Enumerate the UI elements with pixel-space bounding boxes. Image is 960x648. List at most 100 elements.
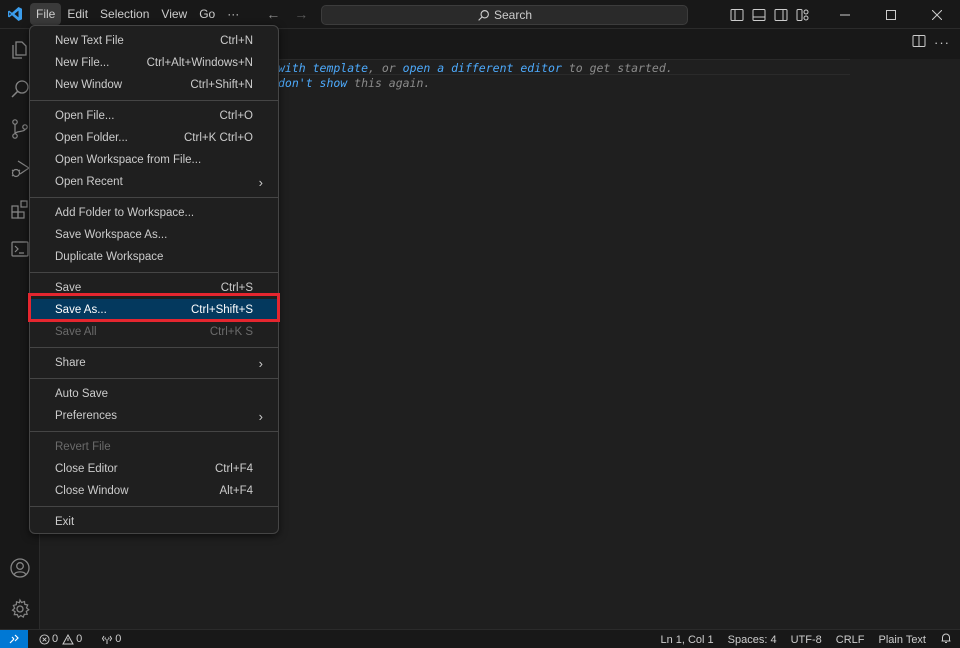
menu-separator — [30, 378, 278, 379]
problems-status[interactable]: 0 0 — [36, 633, 85, 645]
menu-item-label: Save — [55, 282, 82, 294]
split-editor-icon[interactable] — [912, 34, 926, 51]
menu-item-label: Auto Save — [55, 388, 109, 400]
menu-item-save-as[interactable]: Save As... Ctrl+Shift+S — [31, 299, 277, 321]
menu-item-open-file[interactable]: Open File... Ctrl+O — [30, 105, 278, 127]
menu-item-shortcut: Ctrl+N — [220, 35, 253, 47]
menu-item-share[interactable]: Share › — [30, 352, 278, 374]
menu-separator — [30, 506, 278, 507]
chevron-right-icon: › — [258, 174, 263, 190]
menu-item-shortcut: Alt+F4 — [219, 485, 253, 497]
hint-text: this again. — [347, 76, 431, 90]
menu-item-exit[interactable]: Exit — [30, 511, 278, 533]
ports-status[interactable]: 0 — [98, 633, 124, 645]
menu-item-label: Duplicate Workspace — [55, 251, 164, 263]
cursor-position[interactable]: Ln 1, Col 1 — [660, 634, 713, 646]
accounts-icon[interactable] — [0, 548, 40, 588]
menu-item-label: Open Workspace from File... — [55, 154, 202, 166]
menu-go[interactable]: Go — [193, 3, 221, 25]
command-center-search[interactable]: Search — [321, 5, 688, 25]
menu-item-label: Add Folder to Workspace... — [55, 207, 195, 219]
hint-link[interactable]: open a different editor — [403, 61, 562, 75]
menu-item-label: Close Window — [55, 485, 129, 497]
menu-item-close-editor[interactable]: Close Editor Ctrl+F4 — [30, 458, 278, 480]
hint-link[interactable]: don't show — [278, 76, 347, 90]
menu-item-shortcut: Ctrl+Shift+N — [190, 79, 253, 91]
manage-gear-icon[interactable] — [0, 589, 40, 629]
ports-count: 0 — [115, 633, 122, 645]
toggle-panel-icon[interactable] — [748, 4, 770, 26]
remote-icon — [9, 634, 19, 644]
menu-item-open-recent[interactable]: Open Recent › — [30, 171, 278, 193]
menu-view[interactable]: View — [155, 3, 193, 25]
minimize-icon — [840, 14, 850, 15]
minimize-button[interactable] — [822, 0, 868, 29]
go-back-icon[interactable]: ← — [263, 6, 283, 22]
menu-item-save-all: Save All Ctrl+K S — [30, 321, 278, 343]
menu-item-preferences[interactable]: Preferences › — [30, 405, 278, 427]
menu-item-label: New File... — [55, 57, 110, 69]
more-actions-icon[interactable]: ··· — [934, 35, 950, 50]
menu-item-shortcut: Ctrl+K S — [209, 326, 253, 338]
menu-item-shortcut: Ctrl+S — [220, 282, 253, 294]
menu-item-new-file[interactable]: New File... Ctrl+Alt+Windows+N — [30, 52, 278, 74]
menu-item-open-folder[interactable]: Open Folder... Ctrl+K Ctrl+O — [30, 127, 278, 149]
menu-item-label: New Text File — [55, 35, 124, 47]
menu-item-label: Open File... — [55, 110, 115, 122]
menu-item-close-window[interactable]: Close Window Alt+F4 — [30, 480, 278, 502]
menu-item-shortcut: Ctrl+K Ctrl+O — [183, 132, 253, 144]
menu-item-new-window[interactable]: New Window Ctrl+Shift+N — [30, 74, 278, 96]
toggle-secondary-sidebar-icon[interactable] — [770, 4, 792, 26]
error-icon — [39, 633, 50, 645]
file-menu: New Text File Ctrl+N New File... Ctrl+Alt+W… — [29, 25, 279, 534]
indentation[interactable]: Spaces: 4 — [728, 634, 777, 646]
menu-item-label: New Window — [55, 79, 123, 91]
go-forward-icon[interactable]: → — [291, 6, 311, 22]
notifications-bell-icon[interactable] — [940, 632, 952, 647]
menu-item-auto-save[interactable]: Auto Save — [30, 383, 278, 405]
menu-separator — [30, 100, 278, 101]
encoding[interactable]: UTF-8 — [791, 634, 822, 646]
menu-item-save[interactable]: Save Ctrl+S — [30, 277, 278, 299]
menu-item-open-workspace-from-file[interactable]: Open Workspace from File... — [30, 149, 278, 171]
menu-item-label: Save Workspace As... — [55, 229, 168, 241]
menu-item-save-workspace-as[interactable]: Save Workspace As... — [30, 224, 278, 246]
menu-item-label: Open Recent — [55, 176, 123, 188]
menu-item-label: Share — [55, 357, 86, 369]
menu-separator — [30, 431, 278, 432]
maximize-button[interactable] — [868, 0, 914, 29]
end-of-line[interactable]: CRLF — [836, 634, 865, 646]
menu-item-shortcut: Ctrl+Shift+S — [191, 304, 253, 316]
toggle-primary-sidebar-icon[interactable] — [726, 4, 748, 26]
error-count: 0 — [52, 633, 59, 645]
menu-item-label: Preferences — [55, 410, 118, 422]
menu-item-label: Revert File — [55, 441, 111, 453]
menu-item-duplicate-workspace[interactable]: Duplicate Workspace — [30, 246, 278, 268]
search-icon — [478, 9, 489, 21]
menu-more[interactable]: ··· — [221, 3, 245, 25]
menu-file[interactable]: File — [30, 3, 62, 25]
menu-item-revert-file: Revert File — [30, 436, 278, 458]
maximize-icon — [886, 9, 896, 20]
menu-item-label: Save All — [55, 326, 97, 338]
broadcast-icon — [102, 635, 113, 644]
customize-layout-icon[interactable] — [792, 4, 814, 26]
menu-edit[interactable]: Edit — [61, 3, 94, 25]
hint-text: , or — [368, 61, 403, 75]
language-mode[interactable]: Plain Text — [879, 634, 927, 646]
hint-link[interactable]: with template — [278, 61, 368, 75]
vscode-logo-icon — [0, 0, 30, 29]
menu-item-shortcut: Ctrl+O — [219, 110, 253, 122]
menu-item-shortcut: Ctrl+F4 — [214, 463, 253, 475]
menu-item-label: Close Editor — [55, 463, 118, 475]
menu-item-new-text-file[interactable]: New Text File Ctrl+N — [30, 30, 278, 52]
close-button[interactable] — [914, 0, 960, 29]
menu-item-add-folder-to-workspace[interactable]: Add Folder to Workspace... — [30, 202, 278, 224]
remote-indicator-button[interactable] — [0, 629, 28, 648]
menu-item-label: Exit — [55, 516, 75, 528]
hint-text: to get started. — [561, 61, 673, 75]
warning-icon — [62, 633, 74, 644]
menu-item-label: Save As... — [55, 304, 107, 316]
menu-selection[interactable]: Selection — [94, 3, 155, 25]
chevron-right-icon: › — [258, 408, 263, 424]
